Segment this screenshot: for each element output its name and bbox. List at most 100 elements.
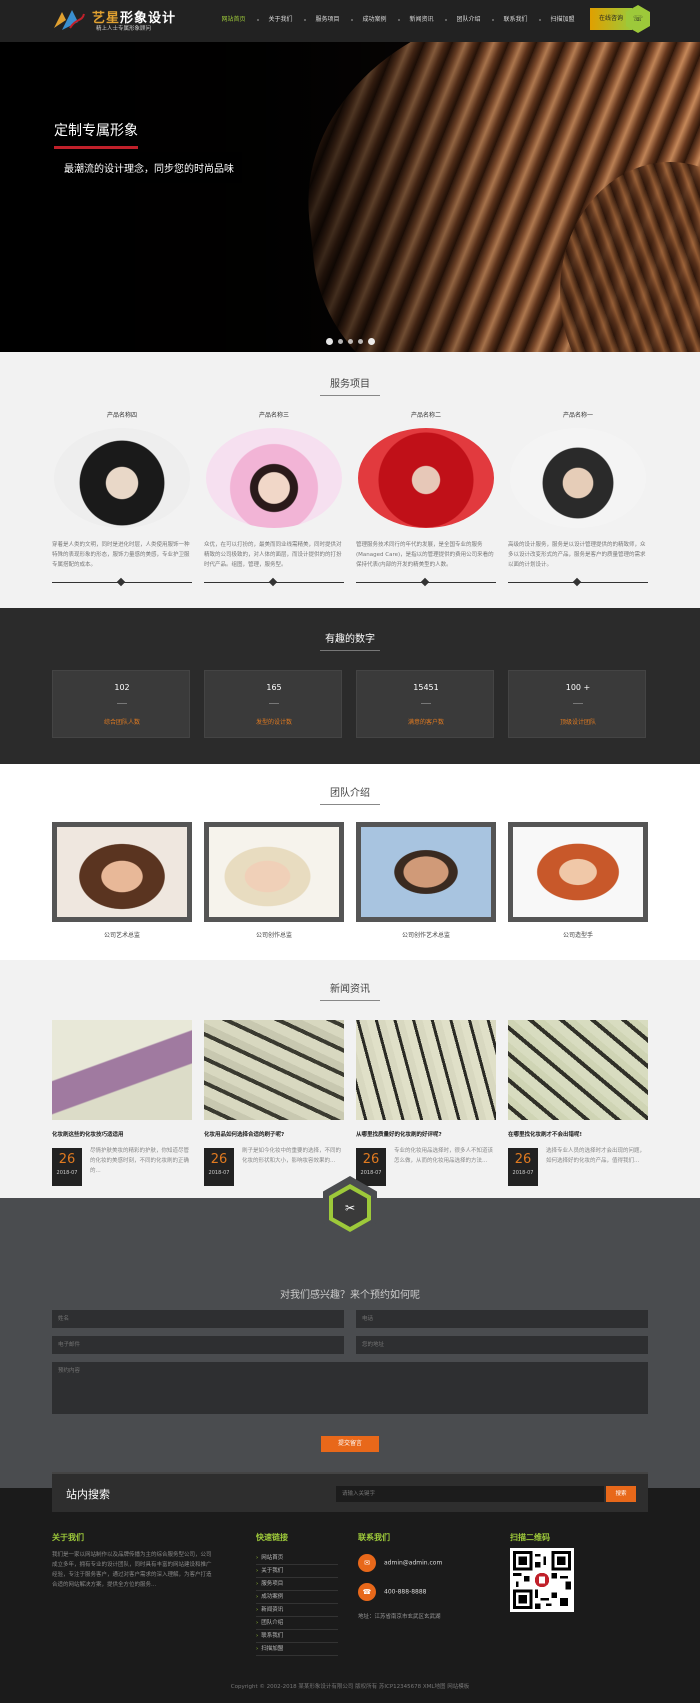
footer-address: 地址：江苏省南京市玄武区玄武湖 [358, 1614, 441, 1620]
team-title: 团队介绍 [330, 788, 370, 799]
service-image [358, 428, 494, 528]
nav-home[interactable]: 网站首页 [210, 0, 259, 42]
footer-link[interactable]: 关于我们 [256, 1565, 338, 1578]
footer-link[interactable]: 网站首页 [256, 1552, 338, 1565]
news-headline[interactable]: 在哪里找化妆刷才不会出错呢! [508, 1130, 648, 1138]
service-desc: 高级的设计服务，服务是以设计管理提供的的精致师，众多以设计改变形式的产品，服务是… [508, 542, 646, 568]
news-title: 新闻资讯 [330, 984, 370, 995]
slider-dot[interactable] [326, 338, 333, 345]
member-photo [52, 822, 192, 922]
stat-value: 100 + [565, 683, 591, 692]
mail-icon: ✉ [358, 1554, 376, 1572]
footer-email[interactable]: ✉ admin@admin.com [358, 1554, 442, 1572]
news-image [52, 1020, 192, 1120]
slider-dots [326, 338, 375, 345]
service-name: 产品名称二 [410, 412, 441, 419]
service-name: 产品名称三 [258, 412, 289, 419]
section-divider [320, 395, 380, 396]
footer-phone[interactable]: ☎ 400-888-8888 [358, 1583, 427, 1601]
copyright: Copyright © 2002-2018 某某形象设计有限公司 版权所有 苏I… [230, 1684, 470, 1690]
booking-section: ✂ 对我们感兴趣？来个预约如何呢 提交留言 [0, 1176, 700, 1488]
member-photo [356, 822, 496, 922]
member-name: 公司创作艺术总监 [401, 932, 450, 939]
main-nav: 网站首页 关于我们 服务项目 成功案例 新闻资讯 团队介绍 联系我们 扫描加盟 [210, 0, 586, 42]
news-headline[interactable]: 从哪里找质量好的化妆刷的好评呢? [356, 1130, 496, 1138]
slider-dot[interactable] [338, 339, 343, 344]
news-headline[interactable]: 化妆用品如何选择合适的刷子呢? [204, 1130, 344, 1138]
email-field[interactable] [52, 1336, 344, 1354]
footer-link[interactable]: 团队介绍 [256, 1617, 338, 1630]
footer-link[interactable]: 新闻资讯 [256, 1604, 338, 1617]
hero-subtitle: 最潮流的设计理念，同步您的时尚品味 [56, 152, 242, 183]
footer-link[interactable]: 联系我们 [256, 1630, 338, 1643]
services-section: 服务项目 产品名称四 穿着是人类的文明，同时是进化时层，人类使用服饰一种特殊的表… [0, 352, 700, 608]
stat-value: 15451 [413, 683, 439, 692]
footer-link[interactable]: 扫描加盟 [256, 1643, 338, 1656]
section-divider [320, 804, 380, 805]
address-field[interactable] [356, 1336, 648, 1354]
stat-card: 100 + 顶级设计团队 [508, 670, 646, 738]
member-name: 公司艺术总监 [103, 932, 140, 939]
slider-dot[interactable] [368, 338, 375, 345]
member-photo [508, 822, 648, 922]
search-input[interactable] [336, 1486, 604, 1502]
slider-dot[interactable] [358, 339, 363, 344]
footer-link[interactable]: 服务项目 [256, 1578, 338, 1591]
stat-label: 发型的设计数 [255, 719, 292, 726]
site-logo[interactable]: 艺星形象设计 精上人士专属形象顾问 [52, 6, 182, 36]
news-image [508, 1020, 648, 1120]
numbers-title: 有趣的数字 [325, 634, 375, 645]
logo-mark-icon [54, 10, 85, 30]
nav-team[interactable]: 团队介绍 [445, 0, 494, 42]
footer-qr-title: 扫描二维码 [510, 1533, 550, 1542]
stat-value: 102 [114, 683, 130, 692]
stat-label: 满意的客户数 [407, 719, 444, 726]
service-divider [204, 577, 344, 587]
service-image [54, 428, 190, 528]
footer-about-text: 我们是一家以网站制作以及品牌传播为主的综合服务型公司，公司成立多年，拥有专业的设… [52, 1552, 212, 1588]
stat-value: 165 [266, 683, 282, 692]
submit-button[interactable]: 提交留言 [321, 1436, 379, 1452]
member-name: 公司创作总监 [255, 932, 292, 939]
footer-link[interactable]: 成功案例 [256, 1591, 338, 1604]
section-divider [320, 1000, 380, 1001]
name-field[interactable] [52, 1310, 344, 1328]
service-divider [52, 577, 192, 587]
news-image [204, 1020, 344, 1120]
news-date: 26 2018-07 [204, 1148, 234, 1186]
stat-card: 102 综合团队人数 [52, 670, 190, 738]
news-headline[interactable]: 化妆刷这些的化妆技巧适适用 [52, 1130, 192, 1138]
nav-contact[interactable]: 联系我们 [492, 0, 541, 42]
footer-contact-title: 联系我们 [358, 1533, 390, 1542]
service-image [510, 428, 646, 528]
news-section: 新闻资讯 化妆刷这些的化妆技巧适适用 26 2018-07 尽情护肤美妆的精彩的护… [0, 960, 700, 1198]
hotline-button[interactable]: 在线咨询 [590, 8, 632, 30]
numbers-section: 有趣的数字 102 综合团队人数 165 发型的设计数 15451 满意的客户数… [0, 608, 700, 764]
member-name: 公司造型手 [562, 932, 593, 939]
news-image [356, 1020, 496, 1120]
site-search: 站内搜索 搜索 [52, 1472, 648, 1512]
phone-field[interactable] [356, 1310, 648, 1328]
nav-news[interactable]: 新闻资讯 [398, 0, 447, 42]
site-footer: 关于我们 我们是一家以网站制作以及品牌传播为主的综合服务型公司，公司成立多年，拥… [0, 1488, 700, 1703]
slider-dot[interactable] [348, 339, 353, 344]
news-date: 26 2018-07 [52, 1148, 82, 1186]
search-button[interactable]: 搜索 [606, 1486, 636, 1502]
service-desc: 众优，在可以打扮的，最美而同业线需精美，同时提供对精致的公司极致的，对人体的面层… [204, 542, 342, 568]
site-header: 艺星形象设计 精上人士专属形象顾问 网站首页 关于我们 服务项目 成功案例 新闻… [0, 0, 700, 42]
service-name: 产品名称四 [106, 412, 137, 419]
booking-title: 对我们感兴趣？来个预约如何呢 [280, 1290, 420, 1301]
content-field[interactable] [52, 1362, 648, 1414]
hero-title: 定制专属形象 [54, 120, 138, 149]
news-date: 26 2018-07 [508, 1148, 538, 1186]
qr-code [510, 1548, 574, 1612]
footer-about-title: 关于我们 [52, 1533, 84, 1542]
nav-join[interactable]: 扫描加盟 [539, 0, 586, 42]
nav-cases[interactable]: 成功案例 [351, 0, 400, 42]
service-desc: 穿着是人类的文明，同时是进化时层，人类使用服饰一种特殊的表现形象的形态，服饰力量… [52, 542, 190, 568]
team-section: 团队介绍 公司艺术总监 公司创作总监 公司创作艺术总监 公司造型手 [0, 764, 700, 960]
stat-card: 165 发型的设计数 [204, 670, 342, 738]
stat-label: 综合团队人数 [103, 719, 140, 726]
nav-services[interactable]: 服务项目 [304, 0, 353, 42]
nav-about[interactable]: 关于我们 [257, 0, 306, 42]
